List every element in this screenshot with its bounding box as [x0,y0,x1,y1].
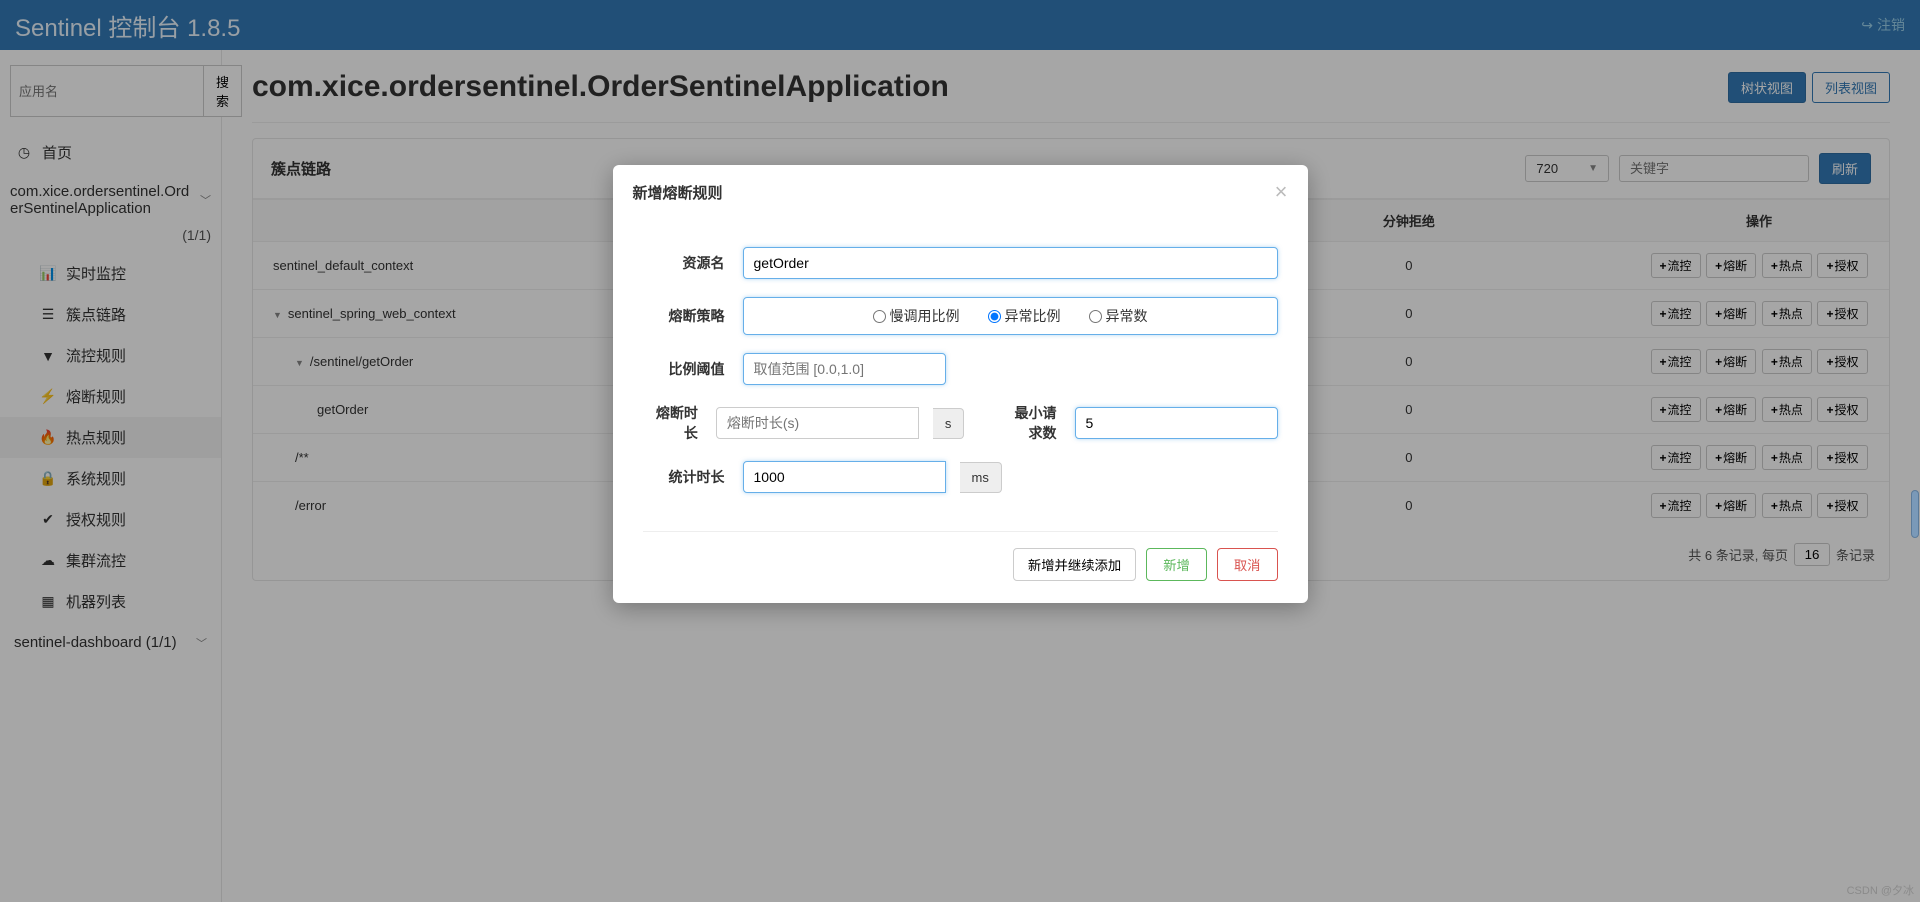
stat-input[interactable] [743,461,946,493]
stat-unit: ms [960,462,1002,493]
timewindow-input[interactable] [716,407,919,439]
label-stat: 统计时长 [653,467,725,487]
strategy-option[interactable]: 异常比例 [988,306,1061,326]
watermark: CSDN @夕冰 [1847,882,1914,898]
minreq-input[interactable] [1075,407,1278,439]
add-button[interactable]: 新增 [1146,548,1207,581]
add-continue-button[interactable]: 新增并继续添加 [1013,548,1136,581]
strategy-option[interactable]: 异常数 [1089,306,1148,326]
modal-title: 新增熔断规则 [633,182,1275,203]
strategy-label: 异常数 [1106,306,1148,326]
radio-input[interactable] [988,310,1001,323]
label-timewindow: 熔断时长 [653,403,698,443]
timewindow-unit: s [933,408,965,439]
strategy-option[interactable]: 慢调用比例 [873,306,960,326]
radio-input[interactable] [1089,310,1102,323]
label-threshold: 比例阈值 [653,359,725,379]
strategy-radio-group: 慢调用比例 异常比例 异常数 [743,297,1278,335]
strategy-label: 慢调用比例 [890,306,960,326]
scrollbar-thumb[interactable] [1911,490,1919,538]
label-resource: 资源名 [653,253,725,273]
modal-overlay: 新增熔断规则 × 资源名 熔断策略 慢调用比例 异常比例 异常数 比例阈值 熔断时长… [0,0,1920,902]
resource-input[interactable] [743,247,1278,279]
radio-input[interactable] [873,310,886,323]
strategy-label: 异常比例 [1005,306,1061,326]
threshold-input[interactable] [743,353,946,385]
cancel-button[interactable]: 取消 [1217,548,1278,581]
degrade-rule-modal: 新增熔断规则 × 资源名 熔断策略 慢调用比例 异常比例 异常数 比例阈值 熔断时长… [613,165,1308,603]
close-icon[interactable]: × [1275,181,1288,203]
label-minreq: 最小请求数 [1012,403,1056,443]
label-strategy: 熔断策略 [653,306,725,326]
